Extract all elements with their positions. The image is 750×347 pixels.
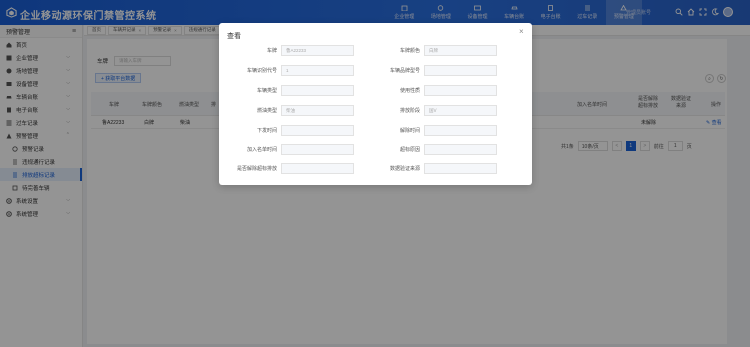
field-value (424, 125, 497, 136)
field-data-source: 数据验证来源 (219, 163, 497, 174)
field-exceed-reason: 超标原因 (219, 144, 497, 155)
field-value (424, 163, 497, 174)
field-value: 白牌 (424, 45, 497, 56)
field-emission-stage: 排放阶段 国Ⅴ (219, 105, 497, 116)
view-dialog: 查看 × 车牌 鲁A22233 车牌颜色 白牌 车辆识别代号 1 车辆品牌型号 … (219, 23, 532, 185)
field-label: 超标原因 (399, 147, 420, 153)
field-value: 国Ⅴ (424, 105, 497, 116)
field-usage: 使用性质 (219, 85, 497, 96)
close-icon[interactable]: × (519, 27, 524, 36)
dialog-title: 查看 (227, 33, 241, 40)
field-brand-model: 车辆品牌型号 (219, 65, 497, 76)
field-release-time: 解除时间 (219, 125, 497, 136)
field-label: 解除时间 (399, 128, 420, 134)
field-plate-color: 车牌颜色 白牌 (219, 45, 497, 56)
field-value (424, 144, 497, 155)
field-label: 使用性质 (399, 88, 420, 94)
field-label: 车辆品牌型号 (389, 68, 420, 74)
field-value (424, 85, 497, 96)
field-label: 数据验证来源 (389, 166, 420, 172)
field-label: 排放阶段 (399, 108, 420, 114)
field-value (424, 65, 497, 76)
field-label: 车牌颜色 (399, 48, 420, 54)
